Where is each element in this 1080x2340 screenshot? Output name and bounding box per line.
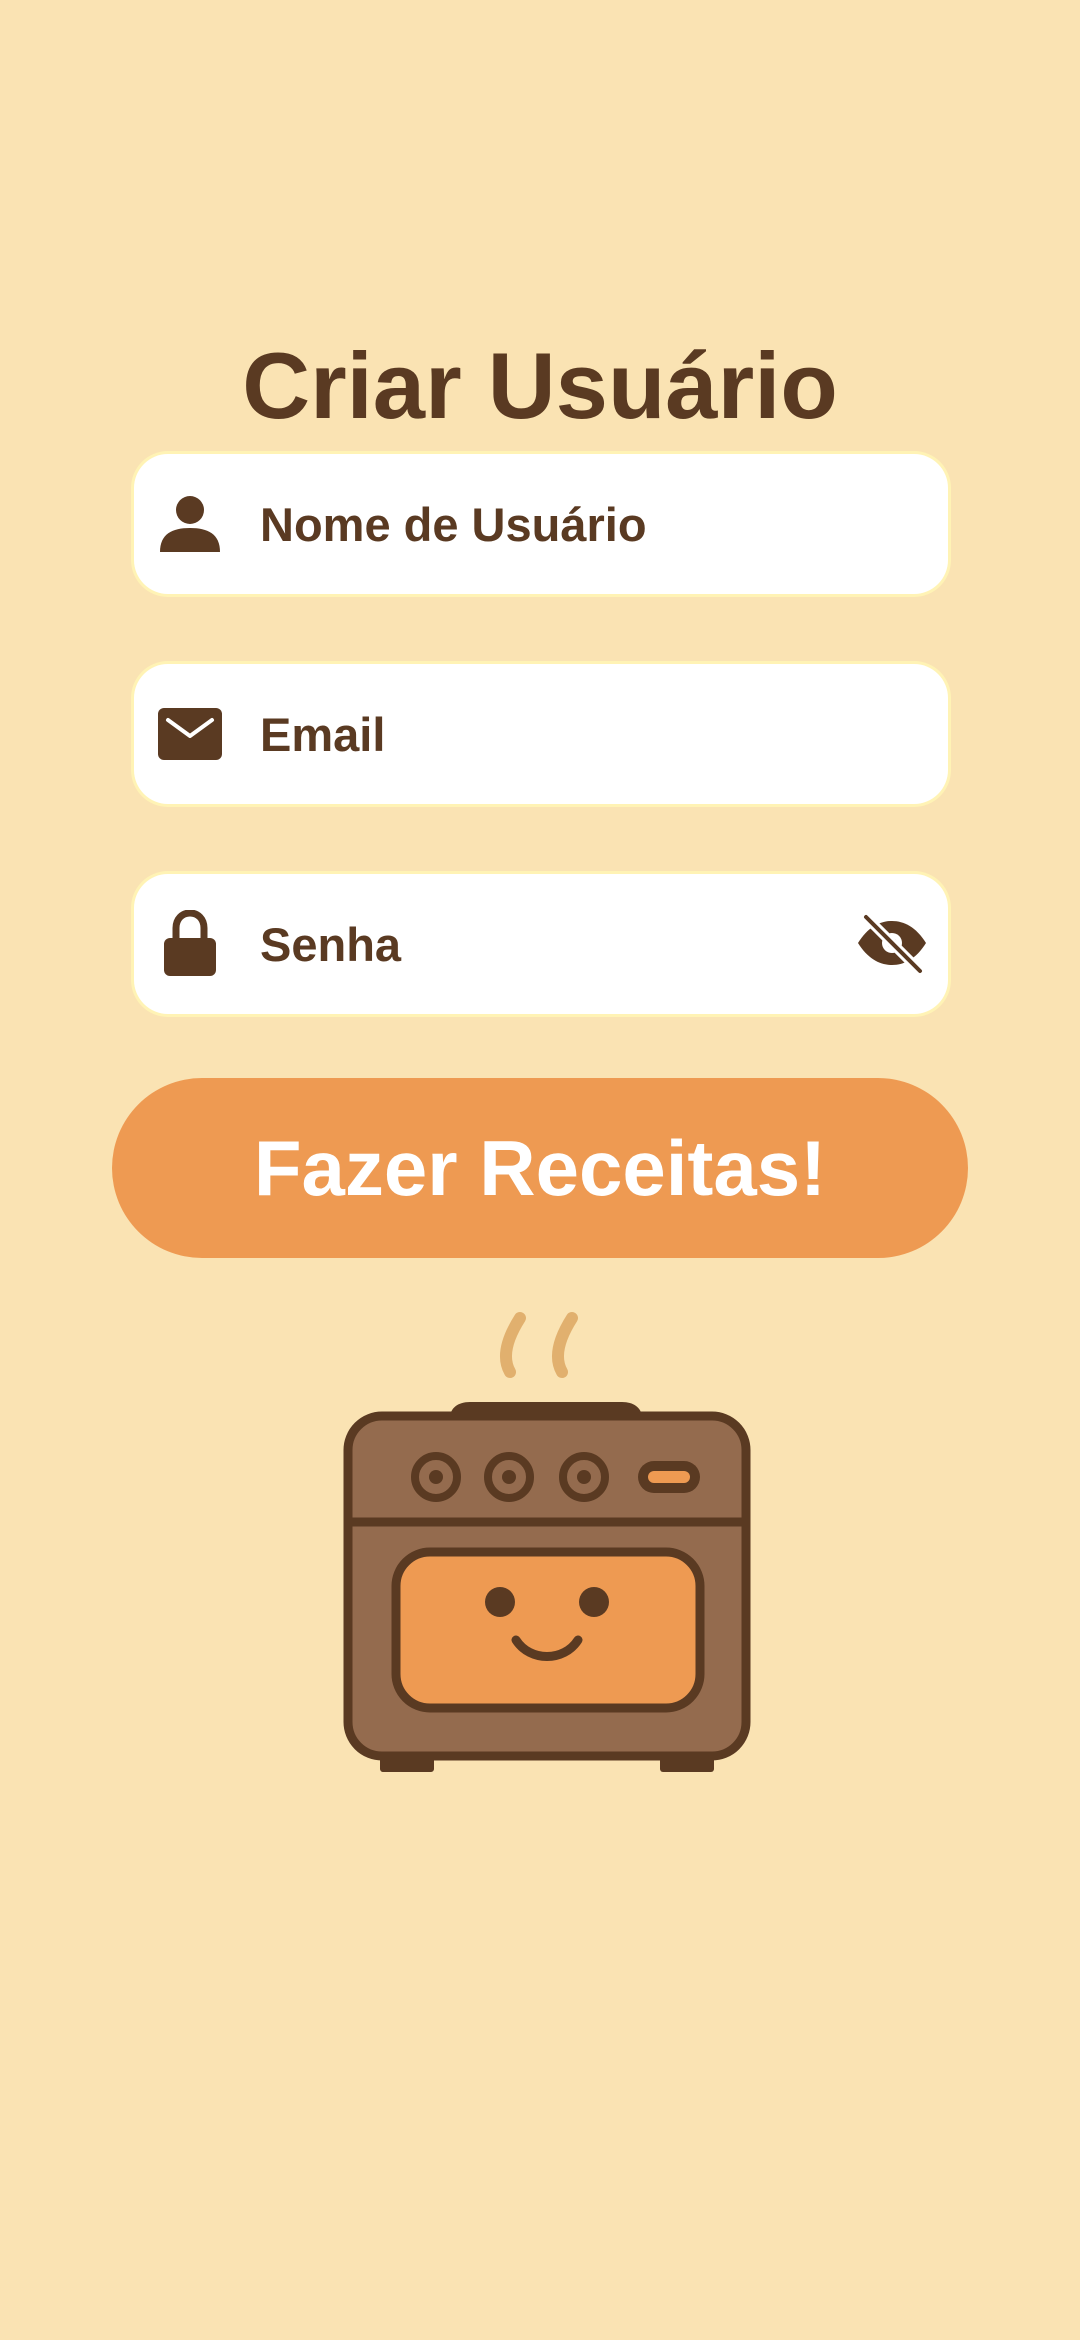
- lock-icon: [164, 910, 216, 976]
- make-recipes-button[interactable]: Fazer Receitas!: [112, 1078, 968, 1258]
- page-title: Criar Usuário: [242, 332, 838, 438]
- email-input[interactable]: [260, 664, 820, 804]
- username-input[interactable]: [260, 454, 820, 594]
- password-field[interactable]: [134, 874, 948, 1014]
- email-field[interactable]: [134, 664, 948, 804]
- eye-off-icon[interactable]: [856, 911, 928, 975]
- smiling-oven-icon: [343, 1312, 751, 1772]
- username-field[interactable]: [134, 454, 948, 594]
- person-icon: [160, 496, 220, 552]
- password-input[interactable]: [260, 874, 820, 1014]
- mail-icon: [158, 708, 222, 760]
